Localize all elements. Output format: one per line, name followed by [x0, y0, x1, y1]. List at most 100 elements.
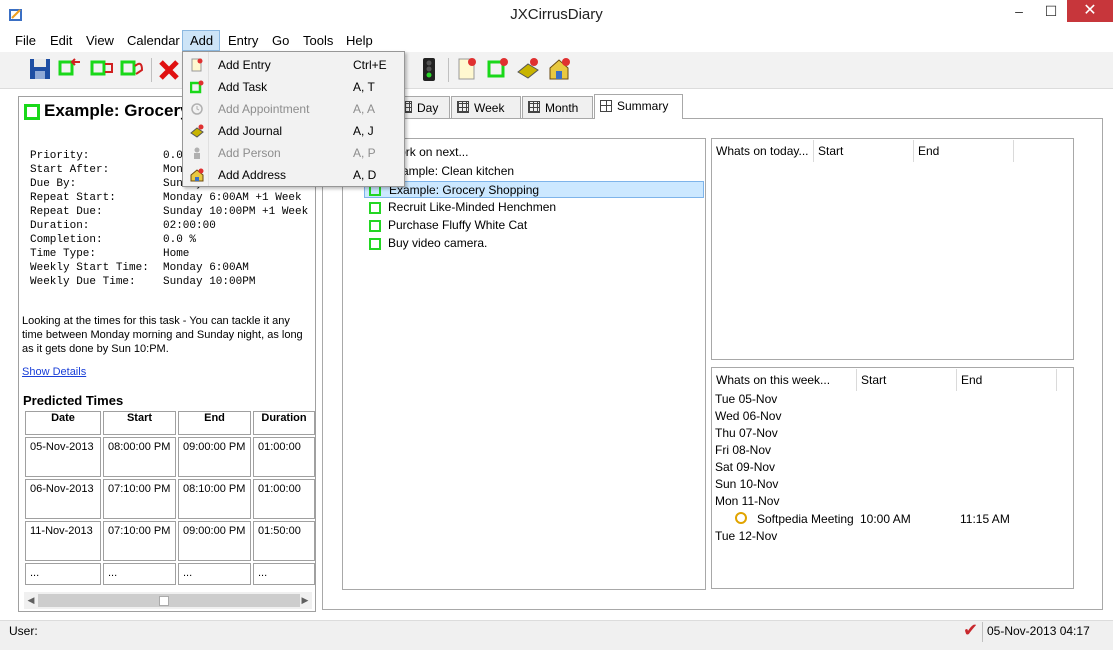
table-cell: 08:10:00 PM: [178, 479, 251, 519]
event-end: 11:15 AM: [960, 512, 1010, 526]
event-title[interactable]: Softpedia Meeting: [757, 511, 854, 528]
tab-label: Week: [474, 101, 505, 115]
prop-value: Monday 6:00AM: [163, 262, 249, 274]
menu-item-add-address[interactable]: Add Address A, D: [184, 164, 403, 186]
list-item[interactable]: Recruit Like-Minded Henchmen: [364, 199, 704, 216]
tab-month[interactable]: Month: [522, 96, 593, 118]
menu-item-add-task[interactable]: Add Task A, T: [184, 76, 403, 98]
menu-file[interactable]: File: [15, 30, 36, 52]
list-item-label: Buy video camera.: [388, 236, 488, 250]
menu-item-label: Add Appointment: [218, 102, 310, 116]
close-button[interactable]: ✕: [1067, 0, 1113, 22]
table-cell: 09:00:00 PM: [178, 521, 251, 561]
column-header[interactable]: Start: [814, 140, 914, 162]
new-entry-icon[interactable]: [455, 56, 479, 82]
prop-value: Sunday 10:00PM +1 Week: [163, 206, 309, 218]
prop-label: Start After:: [30, 164, 110, 176]
task-undo-icon[interactable]: [120, 56, 144, 82]
task-checkbox[interactable]: [369, 202, 381, 214]
status-bar: [0, 620, 1113, 650]
tab-label: Day: [417, 101, 439, 115]
tab-week[interactable]: Week: [451, 96, 521, 118]
menu-item-add-entry[interactable]: Add Entry Ctrl+E: [184, 54, 403, 76]
task-checkbox[interactable]: [369, 238, 381, 250]
week-day: Tue 12-Nov: [715, 529, 778, 543]
menu-item-label: Add Person: [218, 146, 281, 160]
checkmark-icon: ✔: [963, 620, 979, 640]
scroll-right-icon[interactable]: ▶: [298, 592, 312, 609]
scrollbar-thumb[interactable]: [38, 594, 300, 607]
column-header[interactable]: Start: [857, 369, 957, 391]
scroll-left-icon[interactable]: ◀: [24, 592, 38, 609]
table-cell: 06-Nov-2013: [25, 479, 101, 519]
week-day: Mon 11-Nov: [715, 494, 780, 508]
prop-label: Due By:: [30, 178, 77, 190]
new-task-icon[interactable]: [486, 56, 510, 82]
menu-item-shortcut: A, D: [353, 168, 377, 182]
menu-view[interactable]: View: [86, 30, 114, 52]
list-item[interactable]: Example: Grocery Shopping: [364, 181, 704, 198]
list-item[interactable]: Purchase Fluffy White Cat: [364, 217, 704, 234]
menu-edit[interactable]: Edit: [50, 30, 72, 52]
new-journal-icon[interactable]: [516, 56, 540, 82]
column-header[interactable]: End: [914, 140, 1014, 162]
list-item-label: Example: Clean kitchen: [388, 164, 515, 178]
task-back-icon[interactable]: [58, 56, 82, 82]
week-day: Tue 05-Nov: [715, 392, 778, 406]
delete-icon[interactable]: [157, 56, 181, 82]
prop-value: Monday 6:00AM +1 Week: [163, 192, 302, 204]
scrollbar-grip-icon: [159, 596, 169, 606]
menu-calendar[interactable]: Calendar: [127, 30, 180, 52]
prop-value: Sunday 10:00PM: [163, 276, 256, 288]
menu-item-shortcut: A, A: [353, 102, 376, 116]
menu-item-label: Add Task: [218, 80, 268, 94]
task-checkbox[interactable]: [24, 104, 40, 120]
status-datetime: 05-Nov-2013 04:17: [987, 624, 1090, 638]
menu-help[interactable]: Help: [346, 30, 373, 52]
list-item-label: Purchase Fluffy White Cat: [388, 218, 528, 232]
list-item-label: Recruit Like-Minded Henchmen: [388, 200, 557, 214]
column-header[interactable]: Whats on this week...: [712, 369, 857, 391]
prop-value: 02:00:00: [163, 220, 216, 232]
person-icon: [194, 147, 200, 159]
menu-add[interactable]: Add: [190, 30, 213, 52]
appointment-icon: [191, 103, 203, 115]
prop-value: 0.0 %: [163, 234, 197, 246]
table-cell: ...: [25, 563, 101, 585]
column-header: End: [178, 411, 251, 435]
tab-summary[interactable]: Summary: [594, 94, 683, 119]
list-item[interactable]: Example: Clean kitchen: [364, 163, 704, 180]
list-item[interactable]: Buy video camera.: [364, 235, 704, 252]
table-cell: 01:50:00: [253, 521, 315, 561]
task-checkbox[interactable]: [369, 220, 381, 232]
traffic-light-icon[interactable]: [417, 56, 441, 82]
predicted-times-heading: Predicted Times: [23, 393, 124, 408]
entry-icon: [191, 58, 203, 72]
menu-go[interactable]: Go: [272, 30, 289, 52]
maximize-button[interactable]: ☐: [1035, 0, 1067, 22]
table-cell: ...: [178, 563, 251, 585]
task-icon: [190, 80, 204, 94]
menu-item-shortcut: Ctrl+E: [353, 58, 387, 72]
menu-item-shortcut: A, J: [353, 124, 374, 138]
column-header[interactable]: End: [957, 369, 1057, 391]
menu-item-add-person: Add Person A, P: [184, 142, 403, 164]
task-cycle-icon[interactable]: [90, 56, 114, 82]
show-details-link[interactable]: Show Details: [22, 366, 86, 378]
tab-label: Month: [545, 101, 579, 115]
column-header[interactable]: Whats on today...: [712, 140, 814, 162]
journal-icon: [190, 124, 204, 138]
menu-item-add-journal[interactable]: Add Journal A, J: [184, 120, 403, 142]
column-header: Duration: [253, 411, 315, 435]
week-day: Fri 08-Nov: [715, 443, 772, 457]
menu-item-shortcut: A, T: [353, 80, 375, 94]
save-icon[interactable]: [28, 56, 52, 82]
new-address-icon[interactable]: [547, 56, 571, 82]
tab-label: Summary: [617, 99, 669, 113]
menu-entry[interactable]: Entry: [228, 30, 258, 52]
menu-tools[interactable]: Tools: [303, 30, 333, 52]
list-item-label: Example: Grocery Shopping: [389, 183, 540, 197]
prop-label: Weekly Start Time:: [30, 262, 149, 274]
summary-grid-icon: [600, 100, 612, 112]
minimize-button[interactable]: –: [1003, 0, 1035, 22]
